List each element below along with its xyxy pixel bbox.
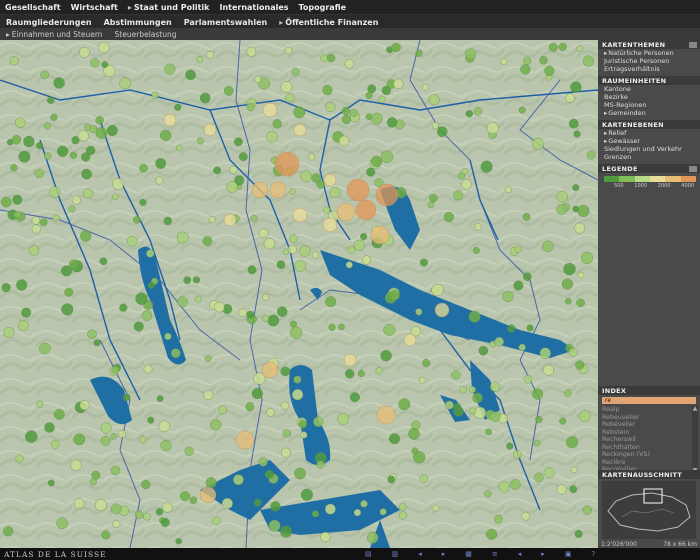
raumeinheiten-section: RAUMEINHEITEN KantoneBezirkeMS-RegionenG… [598,76,700,117]
raumeinheiten-option[interactable]: Kantone [598,85,700,93]
map-view[interactable] [0,40,598,548]
collapse-button[interactable] [689,41,697,48]
index-list[interactable]: Realp Rebeuvelier Rebévelier Rebstein Recher… [602,406,698,474]
legend-tick-label: 4000 [681,183,694,189]
extent-label: 78 x 66 km [663,541,697,548]
viewport-frame [643,488,663,504]
footer: ATLAS DE LA SUISSE ▤ ▥ ◂ ▸ ▦ ≡ ◂ ▸ ▣ ? [0,548,700,560]
ausschnitt-title: KARTENAUSSCHNITT [602,470,683,479]
submenu-item[interactable]: Öffentliche Finanzen [273,18,384,27]
index-row[interactable]: Realp [602,406,696,414]
legend-tick-label: 1000 [634,183,648,189]
print-icon[interactable]: ▤ [365,550,372,558]
kartenebenen-header: KARTENEBENEN [598,120,700,129]
arrow-right-icon[interactable]: ▸ [541,550,545,558]
index-header: INDEX [598,386,700,395]
menu-item[interactable]: Topografie [294,3,352,12]
legend-swatch [619,176,635,182]
atlas-logo: ATLAS DE LA SUISSE [4,549,107,559]
kartenthemen-title: KARTENTHEMEN [602,40,666,49]
legend-tick-label: 500 [614,183,624,189]
index-row[interactable]: Recherswil [602,436,696,444]
legend-ticks: 500 1000 2000 4000 [614,183,694,189]
book-icon[interactable]: ▥ [392,550,399,558]
kartenthemen-option[interactable]: Ertragsverhältnis [598,65,700,73]
menu-item[interactable]: Wirtschaft [66,3,123,12]
scale-info: 1:2'026'000 78 x 66 km [601,541,697,548]
index-row[interactable]: Rechthalten [602,444,696,452]
map-canvas[interactable] [0,40,598,548]
kartenthemen-option[interactable]: Natürliche Personen [598,49,700,57]
submenu2-item[interactable]: Steuerbelastung [109,30,183,39]
index-section: INDEX re Realp Rebeuvelier Rebévelier Rebst… [598,386,700,474]
index-row[interactable]: Rebstein [602,429,696,437]
raumeinheiten-title: RAUMEINHEITEN [602,76,667,85]
raumeinheiten-option[interactable]: Bezirke [598,93,700,101]
scale-label: 1:2'026'000 [601,541,637,548]
list-icon[interactable]: ≡ [492,550,498,558]
index-row[interactable]: Reclère [602,459,696,467]
kartenebenen-option[interactable]: Gewässer [598,137,700,145]
menu-item[interactable]: Staat und Politik [123,3,215,12]
main-menu: GesellschaftWirtschaftStaat und PolitikI… [0,0,700,14]
legend-swatch [680,176,696,182]
kartenthemen-header: KARTENTHEMEN [598,40,700,49]
submenu-item[interactable]: Abstimmungen [98,18,178,27]
submenu2-item[interactable]: Einnahmen und Steuern [0,30,109,39]
side-panel: KARTENTHEMEN Natürliche PersonenJuristis… [598,40,700,548]
kartenebenen-option[interactable]: Siedlungen und Verkehr [598,145,700,153]
info-icon[interactable]: ▣ [565,550,572,558]
legend-swatch [665,176,681,182]
sub-menu: Raumgliederungen Abstimmungen Parlamentswa… [0,14,700,29]
legende-header: LEGENDE [598,164,700,173]
legend-swatch [604,176,620,182]
kartenebenen-section: KARTENEBENEN ReliefGewässerSiedlungen un… [598,120,700,161]
overview-map[interactable] [602,481,696,539]
index-title: INDEX [602,386,627,395]
index-search-input[interactable]: re [602,397,696,404]
legende-title: LEGENDE [602,164,638,173]
help-icon[interactable]: ? [591,550,595,558]
legend-swatch [649,176,666,182]
ausschnitt-header: KARTENAUSSCHNITT [598,470,700,479]
kartenthemen-section: KARTENTHEMEN Natürliche PersonenJuristis… [598,40,700,73]
footer-toolbar: ▤ ▥ ◂ ▸ ▦ ≡ ◂ ▸ ▣ ? [365,548,595,560]
kartenebenen-option[interactable]: Relief [598,129,700,137]
submenu-item[interactable]: Raumgliederungen [0,18,98,27]
index-row[interactable]: Rebeuvelier [602,414,696,422]
legende-section: LEGENDE 500 1000 2000 4000 [598,164,700,189]
legend-swatch [634,176,650,182]
kartenebenen-option[interactable]: Grenzen [598,153,700,161]
legend-toggle-button[interactable] [689,165,697,172]
scroll-up-icon[interactable]: ▲ [692,406,698,412]
kartenthemen-option[interactable]: Juristische Personen [598,57,700,65]
forward-icon[interactable]: ▸ [442,550,446,558]
arrow-left-icon[interactable]: ◂ [518,550,522,558]
legend-color-scale [604,176,696,182]
raumeinheiten-option[interactable]: MS-Regionen [598,101,700,109]
kartenebenen-title: KARTENEBENEN [602,120,664,129]
raumeinheiten-header: RAUMEINHEITEN [598,76,700,85]
grid-icon[interactable]: ▦ [465,550,472,558]
submenu-item[interactable]: Parlamentswahlen [178,18,274,27]
menu-item[interactable]: Gesellschaft [0,3,66,12]
index-row[interactable]: Rebévelier [602,421,696,429]
index-scrollbar[interactable]: ▲ ▼ [692,406,698,474]
back-icon[interactable]: ◂ [418,550,422,558]
raumeinheiten-option[interactable]: Gemeinden [598,109,700,117]
menu-item[interactable]: Internationales [214,3,293,12]
legend-tick-label: 2000 [657,183,671,189]
ausschnitt-section: KARTENAUSSCHNITT 1:2'026'000 78 x 66 km [598,470,700,548]
index-row[interactable]: Reckingen (VS) [602,451,696,459]
sub-menu-level2: Einnahmen und SteuernSteuerbelastung [0,28,700,40]
